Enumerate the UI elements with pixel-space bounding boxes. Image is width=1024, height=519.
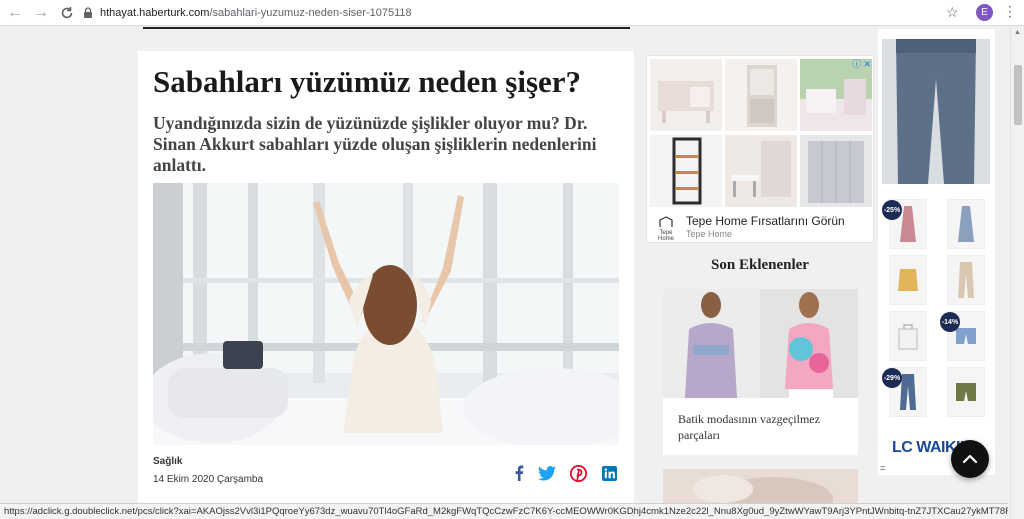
article-subtitle: Uyandığınızda sizin de yüzünüzde şişlikl… — [153, 113, 597, 175]
url-host: hthayat.haberturk.com — [100, 7, 210, 19]
status-bar-url: https://adclick.g.doubleclick.net/pcs/cl… — [0, 503, 1008, 519]
rail-thumb-pants-beige[interactable] — [947, 255, 985, 305]
pinterest-icon[interactable] — [569, 464, 587, 482]
section-title-recent: Son Eklenenler — [711, 257, 809, 273]
twitter-icon[interactable] — [538, 464, 556, 482]
forward-arrow-icon[interactable]: → — [30, 2, 52, 24]
recent-article-card-2[interactable] — [663, 469, 858, 503]
ad-image-desk[interactable] — [650, 59, 722, 131]
scroll-thumb[interactable] — [1014, 65, 1022, 125]
recent-article-card[interactable]: Batik modasının vazgeçilmez parçaları — [663, 289, 858, 455]
facebook-icon[interactable] — [510, 464, 528, 482]
rail-thumb-bag-white[interactable] — [889, 311, 927, 361]
page-content: Sabahları yüzümüz neden şişer? Uyandığın… — [0, 27, 1010, 503]
article-title: Sabahları yüzümüz neden şişer? — [153, 64, 582, 99]
url-path: /sabahlari-yuzumuz-neden-siser-1075118 — [209, 7, 412, 19]
discount-badge: -25% — [882, 200, 902, 220]
menu-dots-icon[interactable]: ⋮ — [1003, 3, 1017, 20]
recent-article-image[interactable] — [663, 289, 858, 398]
reload-icon[interactable] — [56, 2, 78, 24]
article-date: 14 Ekim 2020 Çarşamba — [153, 474, 264, 485]
discount-badge: -29% — [882, 368, 902, 388]
ad-image-shelf[interactable] — [650, 135, 722, 207]
rail-main-product-image[interactable] — [882, 39, 990, 184]
tepe-home-ad[interactable]: Tepe Home Tepe Home Fırsatlarını Görün T… — [646, 55, 874, 243]
ad-image-dining[interactable] — [725, 135, 797, 207]
chevron-up-icon — [962, 454, 978, 464]
page-scrollbar[interactable]: ▲ — [1010, 27, 1024, 519]
scroll-up-arrow-icon[interactable]: ▲ — [1014, 29, 1021, 36]
adchoices-icon[interactable]: ⓘ ✕ — [852, 57, 871, 70]
ad-image-wardrobe[interactable] — [800, 135, 872, 207]
scroll-to-top-button[interactable] — [951, 440, 989, 478]
profile-avatar[interactable]: E — [976, 4, 993, 21]
hero-image — [153, 183, 619, 445]
top-divider — [143, 27, 630, 29]
recent-article-title[interactable]: Batik modasının vazgeçilmez parçaları — [678, 411, 848, 443]
lock-icon — [84, 7, 92, 18]
article-card: Sabahları yüzümüz neden şişer? Uyandığın… — [138, 51, 634, 503]
tepe-home-logo: Tepe Home — [651, 216, 681, 242]
ad-advertiser: Tepe Home — [686, 229, 733, 239]
linkedin-icon[interactable] — [600, 464, 618, 482]
browser-toolbar: ← → hthayat.haberturk.com/sabahlari-yuzu… — [0, 0, 1024, 26]
rail-footer-glyph: = — [880, 463, 886, 473]
back-arrow-icon[interactable]: ← — [4, 2, 26, 24]
rail-thumb-top-yellow[interactable] — [889, 255, 927, 305]
ad-title[interactable]: Tepe Home Fırsatlarını Görün — [686, 214, 845, 228]
bookmark-star-icon[interactable]: ☆ — [946, 4, 959, 21]
rail-thumb-shorts-olive[interactable] — [947, 367, 985, 417]
article-category[interactable]: Sağlık — [153, 456, 182, 467]
discount-badge: -14% — [940, 312, 960, 332]
rail-thumb-dress-blue[interactable] — [947, 199, 985, 249]
address-bar[interactable]: hthayat.haberturk.com/sabahlari-yuzumuz-… — [82, 2, 972, 24]
lc-waikiki-ad[interactable]: -25% -14% -29% LC WAIKIKI = — [878, 29, 995, 475]
ad-image-cabinet[interactable] — [725, 59, 797, 131]
